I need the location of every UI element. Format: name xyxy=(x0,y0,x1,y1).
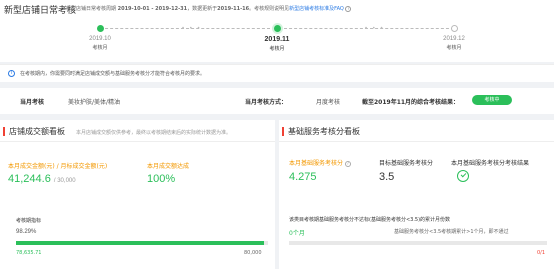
update-date: 2019-11-16 xyxy=(217,6,250,12)
help-icon[interactable]: ? xyxy=(345,5,352,12)
sales-kpi1-value: 41,244.6 / 30,000 xyxy=(8,173,76,185)
notice-text: 在考核期内，你需要同时满足店铺成交额与基础服务考核分才能符合考核月的要求。 xyxy=(20,71,206,77)
accent-bar xyxy=(3,127,5,136)
timeline-label: 考核月 xyxy=(446,45,462,51)
progress-percent: 98.29% xyxy=(16,229,37,235)
status-badge: 考核中 xyxy=(472,95,512,105)
timeline-node-nov[interactable]: 2019.11 考核月 xyxy=(247,25,307,52)
timeline-dots-left: • • • xyxy=(182,26,202,32)
header-panel: 新型店铺日常考核 新型店铺日常考核周期 2019-10-01 - 2019-12… xyxy=(0,0,554,62)
accent-bar xyxy=(282,127,284,136)
timeline-label: 考核月 xyxy=(92,45,108,51)
check-circle-icon xyxy=(457,170,469,182)
timeline-date: 2019.12 xyxy=(443,36,465,42)
month-category-value: 美妆护肤/美体/精油 xyxy=(68,99,121,106)
service-kpi2-label: 目标基础服务考核分 xyxy=(379,160,434,167)
status-dot-upcoming-icon xyxy=(450,25,458,32)
subtitle-prefix: 新型店铺日常考核周期 xyxy=(66,6,117,12)
info-icon: i xyxy=(8,70,15,77)
progress-label: 考核期指标 xyxy=(16,218,42,224)
sales-amount: 41,244.6 xyxy=(8,173,51,185)
status-dot-current-icon xyxy=(273,25,281,32)
sales-card-header: 店铺成交额看板 本月店铺成交额仅供参考，最终以考核期结束后的实际统计数据为准。 xyxy=(0,120,275,142)
subtitle-suffix: 。考核规则说明见 xyxy=(249,6,290,12)
service-kpi1-label: 本月基础服务考核分 ? xyxy=(289,158,351,167)
service-kpi3-label: 本月基础服务考核分考核结果 xyxy=(451,160,530,167)
progress-target: 80,000 xyxy=(244,250,262,256)
months-value: 0个月 xyxy=(289,230,305,237)
service-card: 基础服务考核分看板 本月基础服务考核分 ? 4.275 目标基础服务考核分 3.… xyxy=(279,120,554,269)
sales-kpi2-label: 本月成交额达成 xyxy=(147,163,190,170)
assessment-info-row: 当月考核 美妆护肤/美体/精油 当月考核方式： 月度考核 截至2019年11月的… xyxy=(0,88,554,114)
service-kpi1-text: 本月基础服务考核分 xyxy=(289,160,344,167)
notice-bar: i 在考核期内，你需要同时满足店铺成交额与基础服务考核分才能符合考核月的要求。 xyxy=(0,64,554,82)
sales-kpi1-label: 本月成交金额(元) / 月标成交金额(元) xyxy=(8,163,108,170)
months-progress-bar xyxy=(289,241,547,245)
month-category-label: 当月考核 xyxy=(20,99,45,106)
progress-bar xyxy=(16,241,268,245)
sales-card-hint: 本月店铺成交额仅供参考，最终以考核期结束后的实际统计数据为准。 xyxy=(76,130,232,136)
service-kpi1-value: 4.275 xyxy=(289,171,317,183)
page-subtitle: 新型店铺日常考核周期 2019-10-01 - 2019-12-31，数据更新于… xyxy=(66,5,352,12)
result-label: 截至2019年11月的综合考核结果： xyxy=(362,99,460,106)
progress-current: 78,635.71 xyxy=(16,250,42,256)
sales-card-title: 店铺成交额看板 xyxy=(9,127,65,136)
status-dot-done-icon xyxy=(96,25,104,32)
timeline-date: 2019.10 xyxy=(89,36,111,42)
months-ratio: 0/1 xyxy=(537,250,546,256)
timeline-label: 考核月 xyxy=(269,46,285,52)
sales-kpi2-value: 100% xyxy=(147,173,176,185)
service-card-header: 基础服务考核分看板 xyxy=(279,120,554,142)
sales-target: / 30,000 xyxy=(53,178,76,184)
service-kpi2-value: 3.5 xyxy=(379,171,395,183)
sales-card: 店铺成交额看板 本月店铺成交额仅供参考，最终以考核期结束后的实际统计数据为准。 … xyxy=(0,120,275,269)
service-card-title: 基础服务考核分看板 xyxy=(288,127,360,136)
progress-fill xyxy=(16,241,264,245)
update-note: ，数据更新于 xyxy=(187,6,218,12)
assessment-period: 2019-10-01 - 2019-12-31 xyxy=(117,6,188,12)
timeline-node-dec[interactable]: 2019.12 考核月 xyxy=(424,25,484,51)
months-note: 基础服务考核分<3.5考核期累计>1个月，即不通过 xyxy=(394,229,509,235)
help-icon[interactable]: ? xyxy=(344,160,351,167)
timeline-node-oct[interactable]: 2019.10 考核月 xyxy=(70,25,130,51)
months-label: 该类目考核期基础服务考核分不达标(基础服务考核分<3.5)的累计月份数 xyxy=(289,217,451,223)
timeline-dots-right: • • • xyxy=(365,26,385,32)
method-value: 月度考核 xyxy=(316,99,341,106)
timeline-date: 2019.11 xyxy=(264,36,290,43)
faq-link[interactable]: 新型店铺考核标准及FAQ xyxy=(289,6,344,12)
method-label: 当月考核方式： xyxy=(245,99,288,106)
